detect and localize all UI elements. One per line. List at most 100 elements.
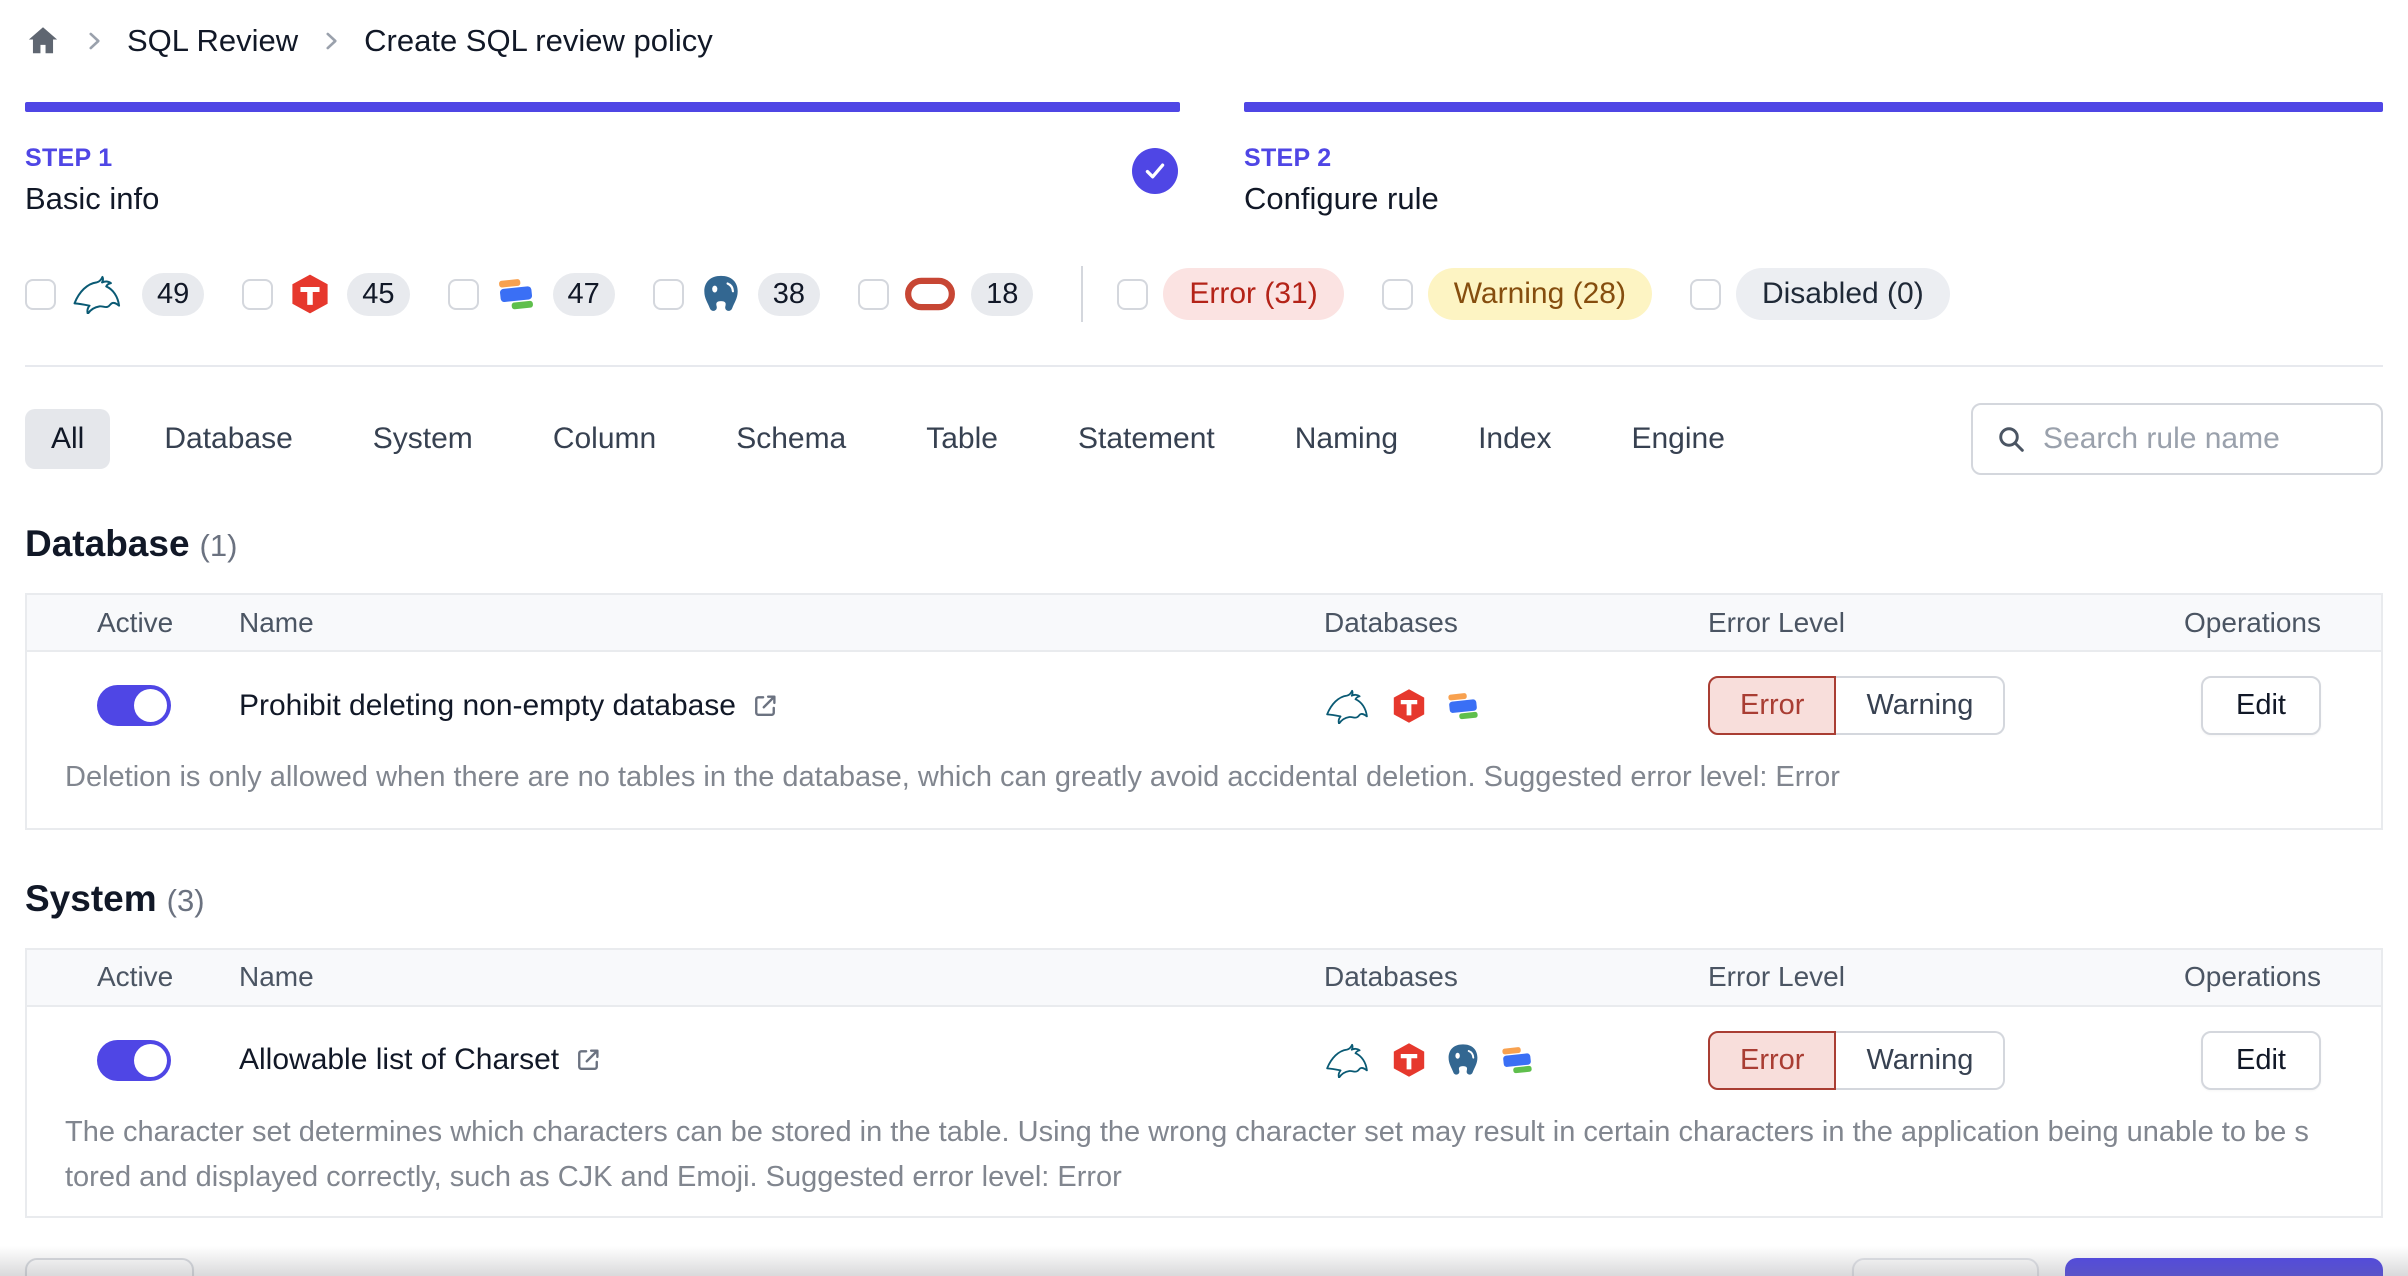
search-input[interactable] [2043,422,2359,456]
oracle-checkbox[interactable] [858,278,890,310]
edit-button[interactable]: Edit [2201,676,2321,735]
oceanbase-icon [494,272,538,316]
error-option-button[interactable]: Error [1708,1030,1837,1090]
rule-name-text: Allowable list of Charset [239,1043,560,1077]
error-level-checkbox[interactable] [1117,278,1149,310]
col-active: Active [97,606,174,638]
mysql-icon [1324,688,1374,724]
tab-database[interactable]: Database [138,409,318,469]
section-count: (1) [199,528,238,563]
external-link-icon [573,1045,603,1075]
stepper: STEP 1 Basic info STEP 2 Configure rule [25,102,2383,217]
check-icon [1141,157,1169,185]
tab-naming[interactable]: Naming [1269,409,1424,469]
database-rules-table: Active Name Databases Error Level Operat… [25,593,2383,830]
error-option-button[interactable]: Error [1708,676,1837,735]
postgresql-checkbox[interactable] [652,278,684,310]
filter-level-error[interactable]: Error (31) [1117,268,1344,320]
filter-divider [1081,266,1084,322]
error-level-selector: Error Warning [1708,676,2161,735]
tab-engine[interactable]: Engine [1605,409,1750,469]
tab-schema[interactable]: Schema [710,409,872,469]
col-name: Name [239,606,314,638]
step-2: STEP 2 Configure rule [1244,102,2383,217]
section-title-text: Database [25,523,190,564]
error-level-selector: Error Warning [1708,1030,2161,1090]
rule-active-toggle[interactable] [97,685,171,726]
table-row: Prohibit deleting non-empty database Err… [27,652,2381,745]
table-header: Active Name Databases Error Level Operat… [27,949,2381,1007]
tab-table[interactable]: Table [900,409,1024,469]
warning-level-checkbox[interactable] [1381,278,1413,310]
step-2-bar [1244,102,2383,112]
col-error-level: Error Level [1708,961,1845,993]
table-row: Allowable list of Charset Error Warning … [27,1007,2381,1100]
edit-button[interactable]: Edit [2201,1030,2321,1090]
filter-engine-mysql[interactable]: 49 [25,272,205,316]
mysql-icon [71,274,127,314]
col-name: Name [239,961,314,993]
breadcrumb-sql-review[interactable]: SQL Review [127,23,298,59]
filter-engine-tidb[interactable]: 45 [242,272,410,316]
breadcrumb-create-policy[interactable]: Create SQL review policy [364,23,713,59]
warning-option-button[interactable]: Warning [1836,1030,2006,1090]
warning-count-pill: Warning (28) [1427,268,1652,320]
tab-column[interactable]: Column [527,409,682,469]
postgresql-count: 38 [757,272,821,316]
tab-all[interactable]: All [25,409,111,469]
disabled-level-checkbox[interactable] [1689,278,1721,310]
mysql-count: 49 [142,272,205,316]
filter-engine-postgresql[interactable]: 38 [652,272,821,316]
category-tabs: All Database System Column Schema Table … [25,403,2383,475]
oracle-icon [904,276,956,312]
filter-bar: 49 45 47 38 18 Error (31) Warning (28) D… [25,263,2383,325]
oceanbase-count: 47 [552,272,615,316]
filter-engine-oceanbase[interactable]: 47 [447,272,615,316]
oracle-count: 18 [971,272,1034,316]
breadcrumb: SQL Review Create SQL review policy [25,0,2383,58]
warning-option-button[interactable]: Warning [1836,676,2006,735]
oceanbase-icon [1444,687,1482,725]
step-2-title: Configure rule [1244,181,1439,216]
rule-active-toggle[interactable] [97,1039,171,1081]
operations-cell: Edit [2161,676,2321,735]
oceanbase-checkbox[interactable] [447,278,479,310]
mysql-icon [1324,1042,1374,1078]
rule-name-link[interactable]: Allowable list of Charset [239,1043,1324,1077]
step-1-title: Basic info [25,181,160,216]
rule-name-link[interactable]: Prohibit deleting non-empty database [239,689,1324,723]
confirm-and-add-button[interactable]: Confirm and add [2064,1257,2383,1276]
system-rules-table: Active Name Databases Error Level Operat… [25,947,2383,1218]
external-link-icon [750,691,780,721]
col-operations: Operations [2184,961,2321,993]
tidb-icon [288,272,332,316]
col-operations: Operations [2184,606,2321,638]
rule-description: Deletion is only allowed when there are … [65,761,1840,793]
tab-index[interactable]: Index [1452,409,1577,469]
operations-cell: Edit [2161,1030,2321,1090]
section-divider [25,365,2383,367]
col-active: Active [97,961,174,993]
step-1-completed-badge [1132,148,1178,194]
back-button[interactable]: Back [1851,1257,2039,1276]
search-box[interactable] [1971,403,2383,475]
table-header: Active Name Databases Error Level Operat… [27,595,2381,652]
section-count: (3) [166,882,205,918]
filter-level-warning[interactable]: Warning (28) [1381,268,1652,320]
tab-system[interactable]: System [347,409,499,469]
col-databases: Databases [1324,961,1458,993]
chevron-right-icon [318,28,344,54]
chevron-right-icon [81,28,107,54]
rule-databases [1324,687,1708,725]
mysql-checkbox[interactable] [25,278,56,310]
filter-engine-oracle[interactable]: 18 [858,272,1034,316]
cancel-button[interactable]: Cancel [25,1257,195,1276]
tab-statement[interactable]: Statement [1052,409,1241,469]
rule-description: The character set determines which chara… [65,1115,2309,1193]
toggle-knob [134,689,167,722]
oceanbase-icon [1498,1041,1536,1079]
footer-actions: Cancel Back Confirm and add [25,1257,2383,1276]
home-icon[interactable] [25,23,61,59]
filter-level-disabled[interactable]: Disabled (0) [1689,268,1950,320]
tidb-checkbox[interactable] [242,278,274,310]
